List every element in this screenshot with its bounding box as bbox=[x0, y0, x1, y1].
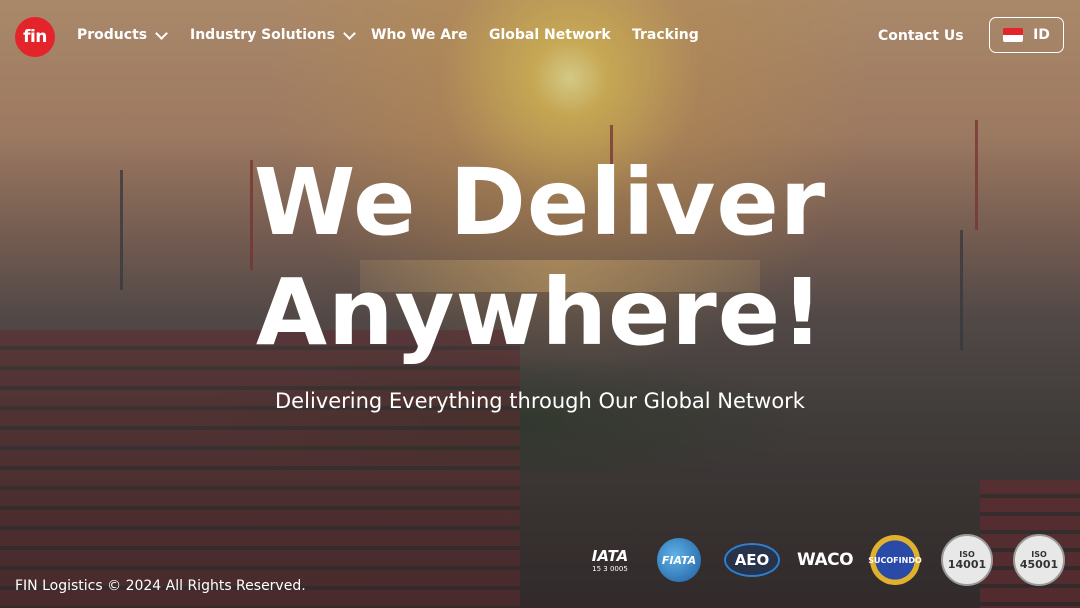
language-code: ID bbox=[1033, 27, 1050, 43]
logo-text: fin bbox=[23, 27, 47, 47]
contact-us-link[interactable]: Contact Us bbox=[878, 28, 964, 44]
iso-logo-number: 14001 bbox=[947, 558, 987, 571]
sucofindo-logo: SUCOFINDO bbox=[868, 532, 922, 588]
nav-item-label: Products bbox=[77, 27, 148, 43]
nav-item-tracking[interactable]: Tracking bbox=[632, 27, 699, 43]
nav-item-products[interactable]: Products bbox=[77, 26, 168, 43]
fiata-logo-text: FIATA bbox=[661, 553, 697, 567]
nav-item-label: Global Network bbox=[489, 27, 611, 43]
globe-icon: FIATA bbox=[657, 538, 701, 582]
hero-title-line-1: We Deliver bbox=[253, 149, 827, 256]
aeo-logo-text: AEO bbox=[734, 551, 770, 569]
nav-item-who-we-are[interactable]: Who We Are bbox=[371, 27, 467, 43]
navbar: fin Products Industry Solutions Who We A… bbox=[0, 0, 1080, 72]
chevron-down-icon bbox=[155, 26, 168, 40]
nav-item-global-network[interactable]: Global Network bbox=[489, 27, 611, 43]
nav-item-label: Industry Solutions bbox=[190, 27, 335, 43]
indonesia-flag-icon bbox=[1003, 28, 1024, 42]
iso-14001-logo: ISO 14001 bbox=[940, 532, 994, 588]
iata-logo-text: IATA bbox=[591, 547, 629, 565]
hero-title: We Deliver Anywhere! bbox=[0, 148, 1080, 368]
nav-item-label: Tracking bbox=[632, 27, 699, 43]
waco-logo: WACO bbox=[796, 532, 854, 588]
chevron-down-icon bbox=[343, 26, 356, 40]
nav-item-industry-solutions[interactable]: Industry Solutions bbox=[190, 26, 356, 43]
nav-item-label: Who We Are bbox=[371, 27, 468, 43]
iso-45001-logo: ISO 45001 bbox=[1012, 532, 1066, 588]
fiata-logo: FIATA bbox=[654, 532, 704, 588]
iso-logo-number: 45001 bbox=[1019, 558, 1059, 571]
language-selector-button[interactable]: ID bbox=[989, 17, 1064, 53]
waco-logo-text: WACO bbox=[796, 550, 854, 570]
aeo-logo: AEO bbox=[724, 532, 780, 588]
fin-logo[interactable]: fin bbox=[15, 17, 55, 57]
iata-logo-subtext: 15 3 0005 bbox=[592, 565, 628, 573]
hero-subtitle: Delivering Everything through Our Global… bbox=[275, 389, 805, 413]
copyright-text: FIN Logistics © 2024 All Rights Reserved… bbox=[15, 578, 306, 594]
sucofindo-logo-text: SUCOFINDO bbox=[868, 555, 922, 565]
hero-title-line-2: Anywhere! bbox=[255, 259, 825, 366]
iata-logo: IATA 15 3 0005 bbox=[582, 532, 638, 588]
